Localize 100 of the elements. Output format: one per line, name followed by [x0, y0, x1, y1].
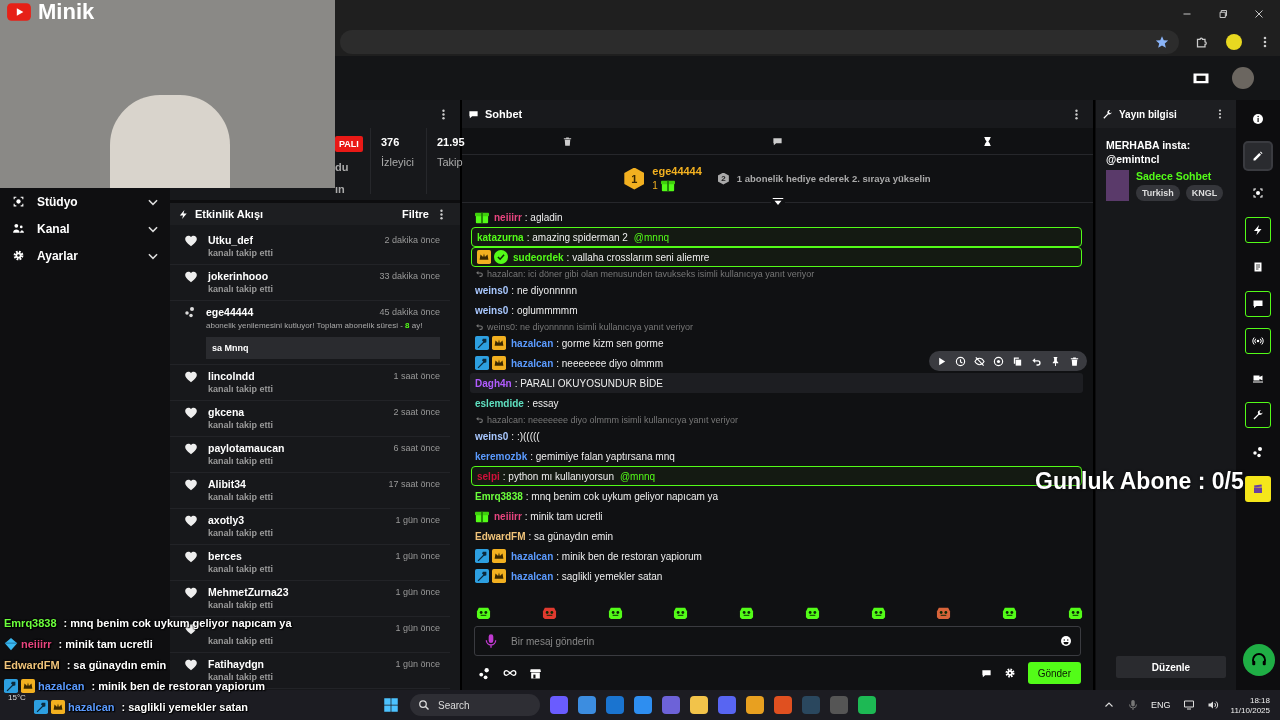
tag[interactable]: Turkish — [1136, 185, 1180, 201]
broadcast-icon — [1252, 335, 1264, 347]
sidebar-item[interactable]: Kanal — [10, 215, 160, 242]
message-text: : saglikli yemekler satan — [556, 570, 663, 582]
taskbar-app-icon[interactable] — [606, 696, 624, 714]
username[interactable]: katazurna — [477, 231, 524, 243]
username[interactable]: weins0 — [475, 284, 509, 296]
chat-icon[interactable] — [980, 667, 992, 679]
eye-off-icon[interactable] — [974, 355, 985, 367]
event-message: sa Mnnq — [206, 337, 440, 359]
stream-title: MERHABA insta: @emintncl — [1106, 138, 1192, 166]
sword-badge-icon — [4, 679, 18, 693]
language-indicator[interactable]: ENG — [1151, 700, 1171, 710]
taskbar-app-icon[interactable] — [774, 696, 792, 714]
message-text: : saglikli yemekler satan — [121, 701, 249, 713]
taskbar-app-icon[interactable] — [550, 696, 568, 714]
sidebar-item[interactable]: Stüdyo — [10, 188, 160, 215]
edit-button[interactable]: Düzenle — [1116, 656, 1226, 678]
username[interactable]: Emrq3838 — [475, 490, 523, 502]
tool-button[interactable] — [1245, 143, 1271, 169]
stat-label: ın — [335, 182, 345, 196]
play-icon[interactable] — [936, 355, 947, 367]
username[interactable]: hazalcan — [511, 550, 554, 562]
category-link[interactable]: Sadece Sohbet — [1136, 170, 1224, 182]
channel-icon — [12, 222, 25, 235]
username[interactable]: eslemdide — [475, 397, 524, 409]
username: MehmetZurna23 — [208, 586, 289, 598]
username[interactable]: hazalcan — [511, 357, 554, 369]
sword-badge-icon — [475, 569, 489, 583]
username[interactable]: neiiirr — [494, 211, 522, 223]
filter-button[interactable]: Filtre — [402, 208, 429, 220]
message-field[interactable]: Bir mesaj gönderin — [474, 626, 1081, 656]
username[interactable]: hazalcan — [511, 337, 554, 349]
timestamp: 17 saat önce — [388, 478, 440, 490]
message-text: : sa günaydın emin — [66, 659, 167, 671]
pin-icon[interactable] — [1050, 355, 1061, 367]
subscriber-goal: Gunluk Abone : 0/5 — [1035, 468, 1244, 494]
username[interactable]: weins0 — [475, 430, 509, 442]
settings-icon — [12, 249, 25, 262]
timestamp: 1 gün önce — [395, 622, 440, 634]
support-button[interactable] — [1243, 644, 1275, 676]
username[interactable]: weins0 — [475, 304, 509, 316]
sword-badge-icon — [475, 336, 489, 350]
gift-badge-icon — [475, 210, 489, 224]
taskbar-app-icon[interactable] — [578, 696, 596, 714]
taskbar-app-icon[interactable] — [662, 696, 680, 714]
store-icon[interactable] — [529, 666, 542, 680]
sidebar-item[interactable]: Ayarlar — [10, 242, 160, 269]
at-sign-icon[interactable] — [993, 355, 1004, 367]
mention-link[interactable]: @mnnq — [633, 231, 670, 243]
delete-icon[interactable] — [1069, 355, 1080, 367]
restore-icon[interactable] — [1216, 7, 1230, 21]
reply-icon — [475, 415, 484, 424]
volume-icon[interactable] — [1206, 699, 1219, 711]
tool-button[interactable] — [1245, 402, 1271, 428]
profile-avatar[interactable] — [1226, 34, 1242, 50]
username: ege44444 — [206, 306, 254, 318]
tool-button[interactable] — [1245, 217, 1271, 243]
trash-icon[interactable] — [561, 135, 573, 147]
username[interactable]: sudeordek — [513, 251, 564, 263]
clock-icon[interactable] — [955, 355, 966, 367]
microphone-icon[interactable] — [483, 633, 499, 649]
clock[interactable]: 18:18 11/10/2025 — [1230, 695, 1270, 715]
nodes-icon[interactable] — [478, 666, 491, 680]
mention-link[interactable]: @mnnq — [619, 470, 656, 482]
username[interactable]: neiiirr — [494, 510, 522, 522]
copy-icon[interactable] — [1012, 355, 1023, 367]
send-button[interactable]: Gönder — [1027, 662, 1081, 684]
monitor-icon[interactable] — [1182, 699, 1195, 711]
search-field[interactable]: Search — [410, 694, 540, 716]
avatar[interactable] — [1232, 67, 1254, 89]
microphone-icon[interactable] — [1127, 699, 1140, 711]
taskbar-app-icon[interactable] — [858, 696, 876, 714]
message-text: : minik tam ucretli — [58, 638, 153, 650]
settings-icon[interactable] — [1003, 667, 1016, 679]
taskbar-app-icon[interactable] — [746, 696, 764, 714]
tool-button[interactable] — [1245, 291, 1271, 317]
event-description: kanalı takip etti — [208, 672, 275, 682]
star-icon[interactable] — [1155, 35, 1169, 49]
timestamp: 1 gün önce — [395, 550, 440, 562]
hourglass-icon[interactable] — [982, 135, 994, 147]
taskbar-app-icon[interactable] — [690, 696, 708, 714]
panel-title: Etkinlik Akışı — [195, 208, 265, 220]
tool-button[interactable] — [1245, 328, 1271, 354]
taskbar-app-icon[interactable] — [634, 696, 652, 714]
tag[interactable]: KNGL — [1185, 185, 1224, 201]
reply-context: hazalcan: neeeeeee diyo olmmm isimli kullanıcıya yanıt veriyor — [487, 414, 739, 425]
username[interactable]: keremozbk — [475, 450, 528, 462]
message-input[interactable]: Bir mesaj gönderin — [509, 634, 1050, 648]
message-text: : gemimiye falan yaptırsana mnq — [530, 450, 675, 462]
timestamp: 1 gün önce — [395, 514, 440, 526]
windows-start-icon[interactable] — [382, 696, 400, 714]
message-text: : essay — [526, 397, 559, 409]
gift-badge-icon — [660, 178, 675, 192]
emoji-icon[interactable] — [1060, 635, 1072, 647]
chat-icon[interactable] — [772, 135, 783, 147]
username[interactable]: EdwardFM — [475, 530, 526, 542]
taskbar-app-icon[interactable] — [718, 696, 736, 714]
username[interactable]: Dagh4n — [475, 377, 512, 389]
username[interactable]: hazalcan — [511, 570, 554, 582]
